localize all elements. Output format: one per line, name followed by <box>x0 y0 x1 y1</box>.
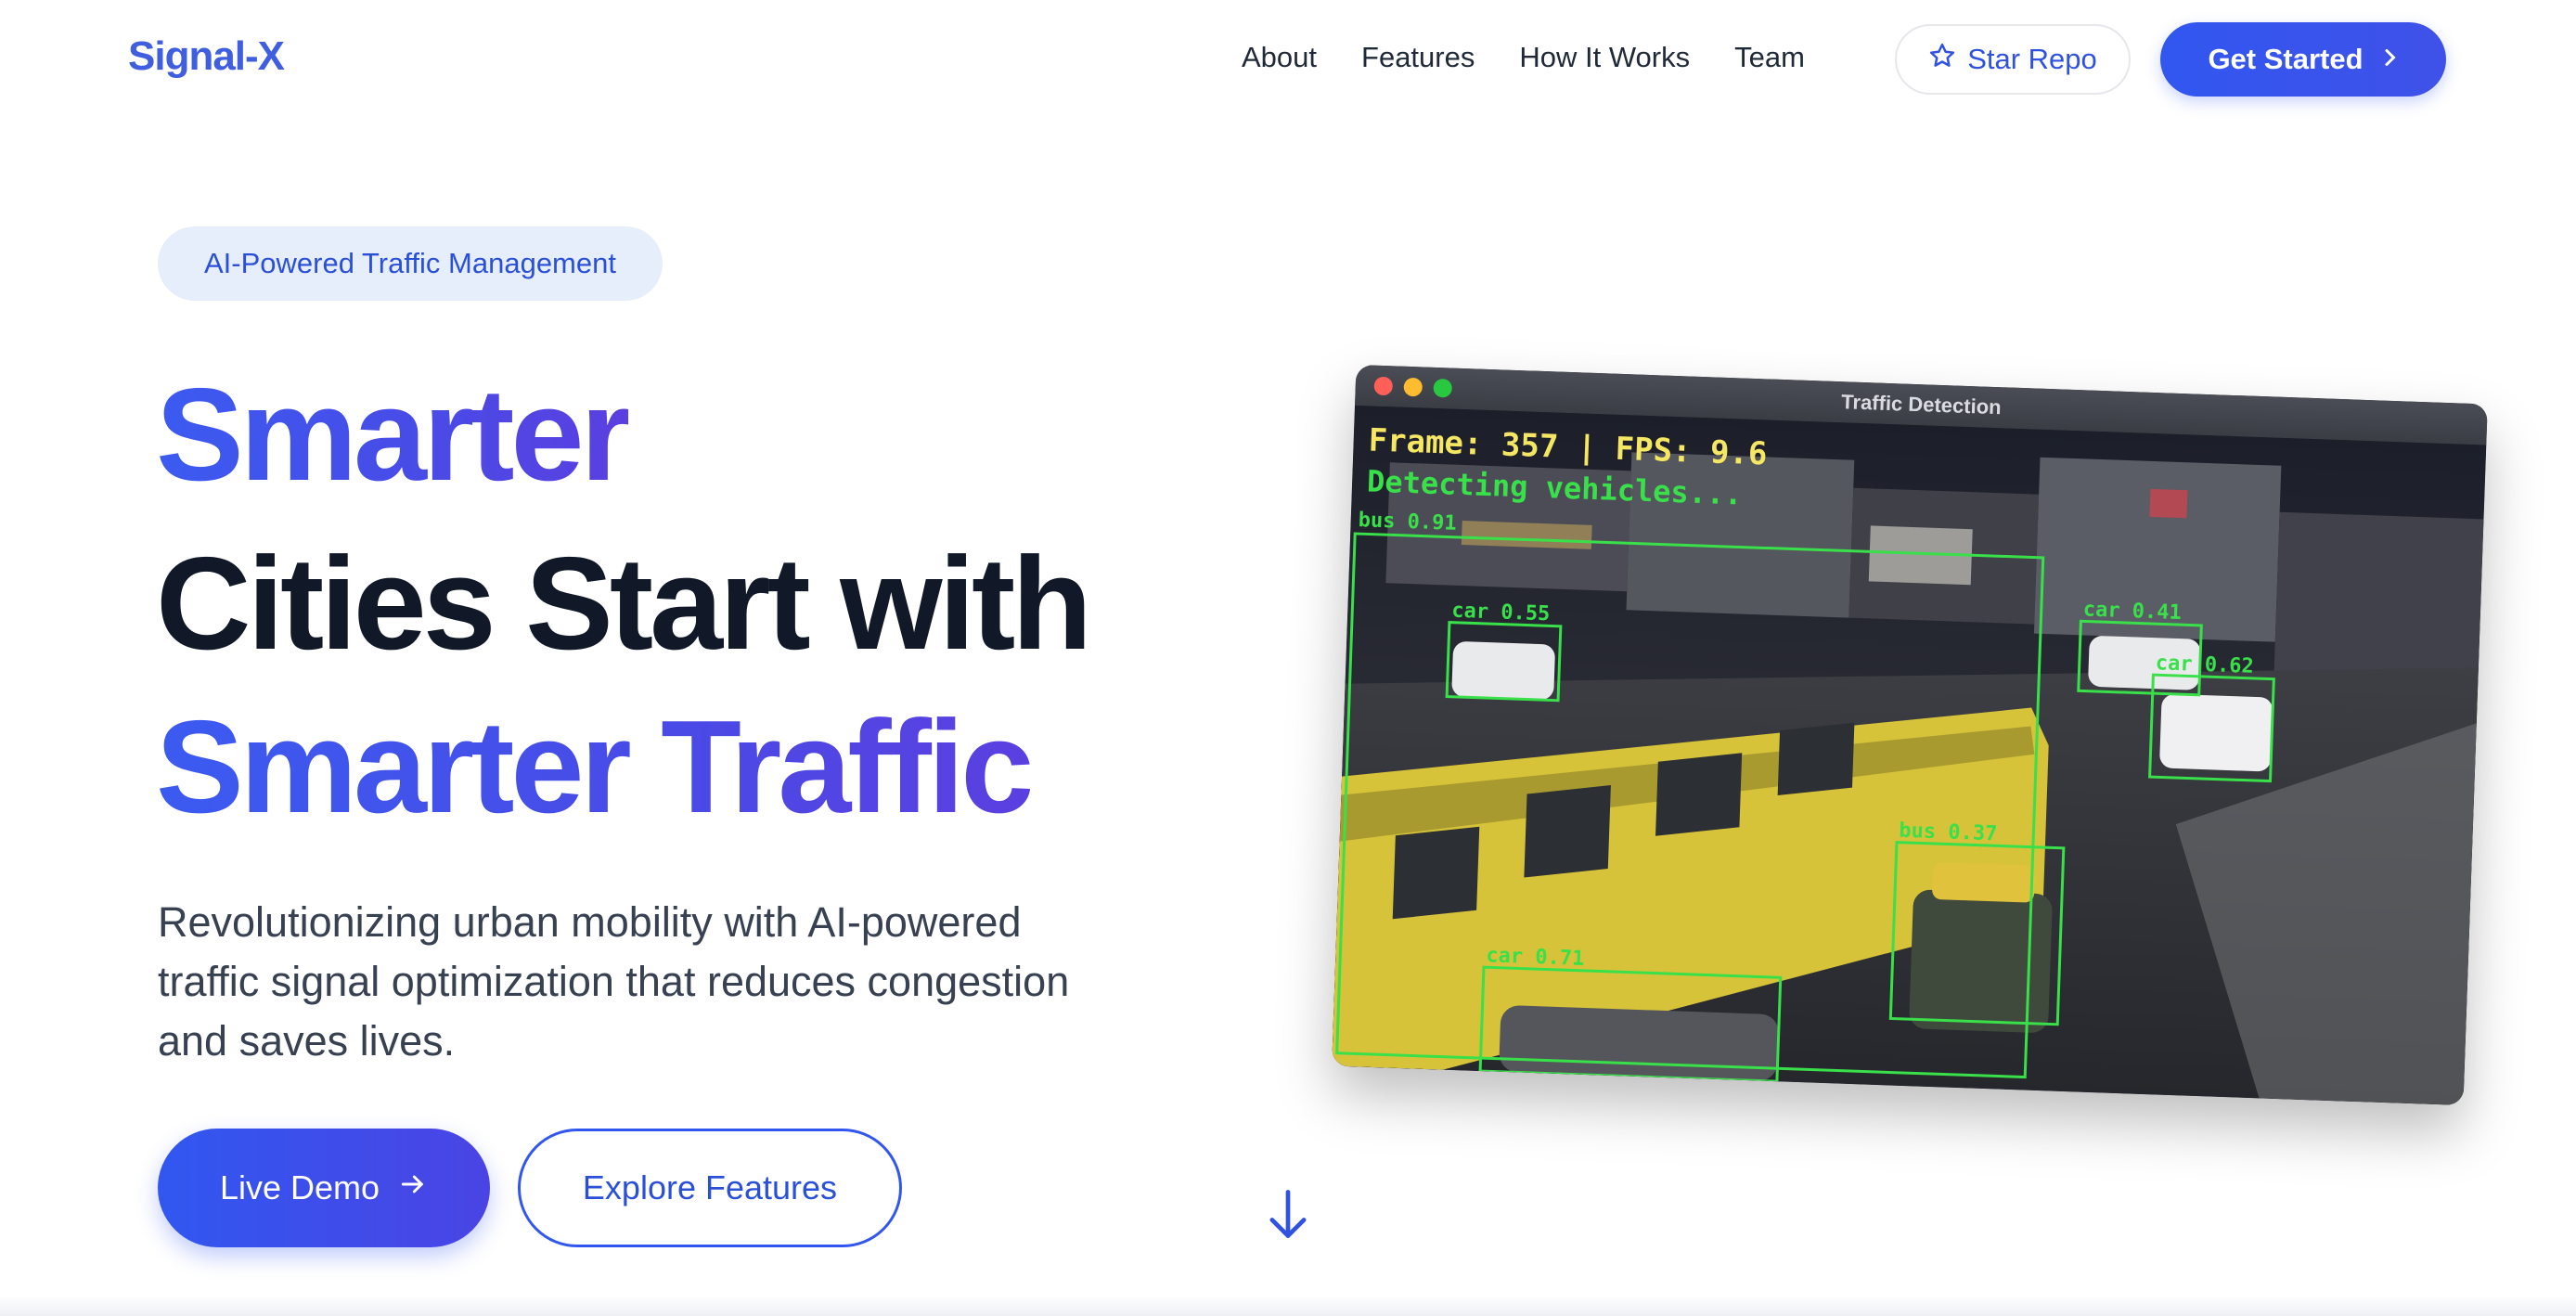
nav-links: About Features How It Works Team <box>1242 41 1805 74</box>
nav-link-team[interactable]: Team <box>1734 41 1805 74</box>
chevron-right-icon <box>2380 43 2399 76</box>
hero-badge: AI-Powered Traffic Management <box>158 226 663 301</box>
get-started-button[interactable]: Get Started <box>2160 22 2446 97</box>
detection-label: car 0.41 <box>2082 598 2182 625</box>
logo[interactable]: Signal-X <box>128 33 285 80</box>
traffic-scene-image: bus 0.91 car 0.55 car 0.41 car 0.62 bus … <box>1332 405 2487 1106</box>
detection-label: bus 0.91 <box>1358 509 1457 535</box>
detection-window-frame: Traffic Detection bus 0.91 car 0.55 car … <box>1332 364 2488 1106</box>
detection-label: car 0.62 <box>2155 652 2254 678</box>
traffic-detection-window: Traffic Detection bus 0.91 car 0.55 car … <box>1332 364 2488 1106</box>
star-repo-label: Star Repo <box>1967 43 2097 75</box>
hero-subtitle: Revolutionizing urban mobility with AI-p… <box>158 898 1070 1064</box>
headline-line-1: Smarter <box>156 361 632 509</box>
headline-line-2: Cities Start with <box>156 530 1092 677</box>
minimize-dot[interactable] <box>1403 377 1423 397</box>
detection-label: car 0.55 <box>1451 600 1551 626</box>
traffic-camera-feed: bus 0.91 car 0.55 car 0.41 car 0.62 bus … <box>1332 405 2487 1106</box>
detection-label: car 0.71 <box>1486 944 1585 971</box>
maximize-dot[interactable] <box>1433 378 1453 398</box>
live-demo-label: Live Demo <box>219 1168 380 1206</box>
section-divider <box>0 1296 2576 1316</box>
headline-line-3: Smarter Traffic <box>156 693 1034 841</box>
close-dot[interactable] <box>1373 376 1394 396</box>
star-repo-button[interactable]: Star Repo <box>1895 24 2131 95</box>
nav-link-about[interactable]: About <box>1242 41 1317 74</box>
star-icon <box>1928 42 1956 77</box>
nav-link-features[interactable]: Features <box>1361 41 1475 74</box>
get-started-label: Get Started <box>2208 43 2363 75</box>
arrow-down-icon[interactable] <box>1264 1186 1312 1246</box>
live-demo-button[interactable]: Live Demo <box>158 1129 490 1247</box>
detection-label: bus 0.37 <box>1899 819 1998 846</box>
arrow-right-icon <box>398 1168 428 1207</box>
top-navigation: Signal-X About Features How It Works Tea… <box>0 0 2576 119</box>
window-controls <box>1373 376 1453 398</box>
explore-features-button[interactable]: Explore Features <box>518 1129 902 1247</box>
nav-link-how-it-works[interactable]: How It Works <box>1519 41 1690 74</box>
window-title: Traffic Detection <box>1840 390 2003 419</box>
